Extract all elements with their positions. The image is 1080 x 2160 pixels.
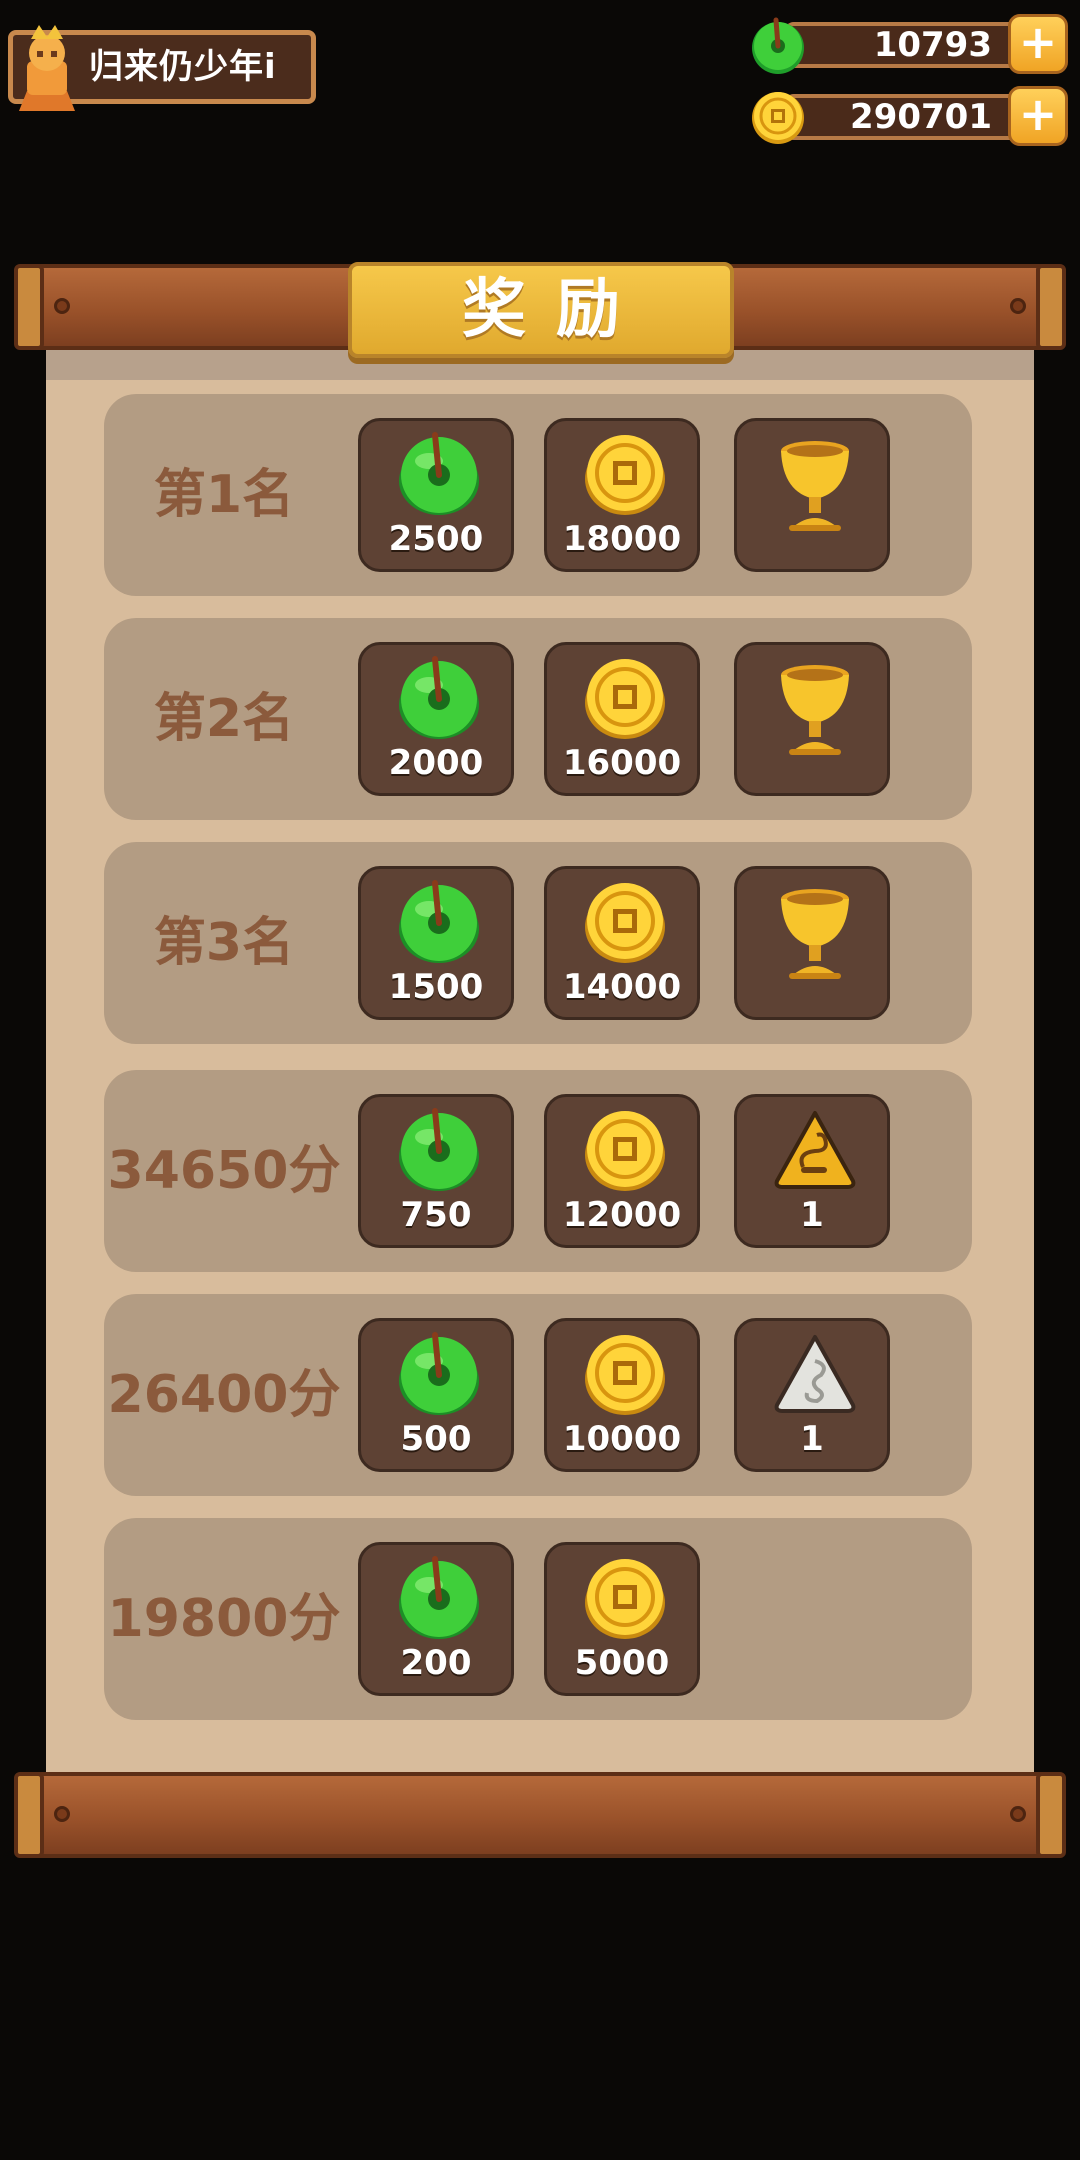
reward-row: 34650分 750 12000 1	[104, 1070, 972, 1272]
jade-amount: 10793	[873, 25, 992, 65]
item-reward-slot[interactable]	[734, 866, 890, 1020]
coin-reward-slot[interactable]: 12000	[544, 1094, 700, 1248]
jade-reward-slot[interactable]: 200	[358, 1542, 514, 1696]
item-reward-slot[interactable]	[734, 642, 890, 796]
player-profile[interactable]: 归来仍少年i	[8, 25, 316, 111]
rank-label: 26400分	[107, 1365, 341, 1425]
jade-reward-slot[interactable]: 1500	[358, 866, 514, 1020]
avatar	[19, 25, 75, 111]
coin-reward-slot[interactable]: 5000	[544, 1542, 700, 1696]
reward-row: 第2名 2000 16000	[104, 618, 972, 820]
reward-quantity: 200	[400, 1643, 472, 1683]
jade-icon	[399, 1108, 479, 1191]
coin-reward-slot[interactable]: 10000	[544, 1318, 700, 1472]
jade-reward-slot[interactable]: 2500	[358, 418, 514, 572]
reward-quantity: 1	[800, 1419, 824, 1459]
jade-icon	[399, 432, 479, 515]
jade-currency: 10793 +	[748, 14, 1068, 74]
trophy-icon	[781, 889, 849, 979]
silver-charm-icon	[774, 1335, 856, 1413]
reward-quantity: 2000	[388, 743, 484, 783]
reward-row: 第1名 2500 18000	[104, 394, 972, 596]
rank-label: 第1名	[153, 465, 295, 525]
jade-icon	[399, 1556, 479, 1639]
jade-icon	[399, 880, 479, 963]
coin-icon	[585, 659, 665, 739]
item-reward-slot[interactable]: 1	[734, 1094, 890, 1248]
trophy-icon	[781, 441, 849, 531]
rank-label: 第3名	[153, 913, 295, 973]
coin-amount: 290701	[850, 97, 992, 137]
rank-label: 第2名	[153, 689, 295, 749]
scroll-bottom-rod	[14, 1772, 1066, 1858]
coin-icon	[585, 883, 665, 963]
coin-reward-slot[interactable]: 14000	[544, 866, 700, 1020]
coin-reward-slot[interactable]: 16000	[544, 642, 700, 796]
item-reward-slot[interactable]	[734, 418, 890, 572]
coin-icon	[585, 1111, 665, 1191]
add-coin-button[interactable]: +	[1008, 86, 1068, 146]
reward-quantity: 500	[400, 1419, 472, 1459]
coin-icon	[585, 1559, 665, 1639]
jade-reward-slot[interactable]: 2000	[358, 642, 514, 796]
reward-quantity: 5000	[574, 1643, 670, 1683]
page-title: 奖励	[462, 273, 650, 347]
coin-reward-slot[interactable]: 18000	[544, 418, 700, 572]
title-plate: 奖励	[348, 262, 734, 358]
jade-icon	[399, 656, 479, 739]
reward-row: 26400分 500 10000 1	[104, 1294, 972, 1496]
gold-charm-icon	[774, 1111, 856, 1189]
item-reward-slot[interactable]: 1	[734, 1318, 890, 1472]
jade-reward-slot[interactable]: 750	[358, 1094, 514, 1248]
player-name: 归来仍少年i	[89, 47, 277, 87]
reward-quantity: 1	[800, 1195, 824, 1235]
coin-icon	[585, 435, 665, 515]
reward-quantity: 750	[400, 1195, 472, 1235]
reward-row: 19800分 200 5000	[104, 1518, 972, 1720]
reward-quantity: 16000	[562, 743, 682, 783]
coin-currency: 290701 +	[748, 86, 1068, 146]
reward-quantity: 18000	[562, 519, 682, 559]
reward-quantity: 14000	[562, 967, 682, 1007]
jade-icon	[752, 17, 804, 74]
trophy-icon	[781, 665, 849, 755]
coin-icon	[585, 1335, 665, 1415]
rank-label: 19800分	[107, 1589, 341, 1649]
jade-reward-slot[interactable]: 500	[358, 1318, 514, 1472]
reward-quantity: 1500	[388, 967, 484, 1007]
add-jade-button[interactable]: +	[1008, 14, 1068, 74]
reward-quantity: 10000	[562, 1419, 682, 1459]
jade-icon	[399, 1332, 479, 1415]
reward-row: 第3名 1500 14000	[104, 842, 972, 1044]
reward-quantity: 2500	[388, 519, 484, 559]
rank-label: 34650分	[107, 1141, 341, 1201]
reward-quantity: 12000	[562, 1195, 682, 1235]
coin-icon	[752, 92, 804, 144]
